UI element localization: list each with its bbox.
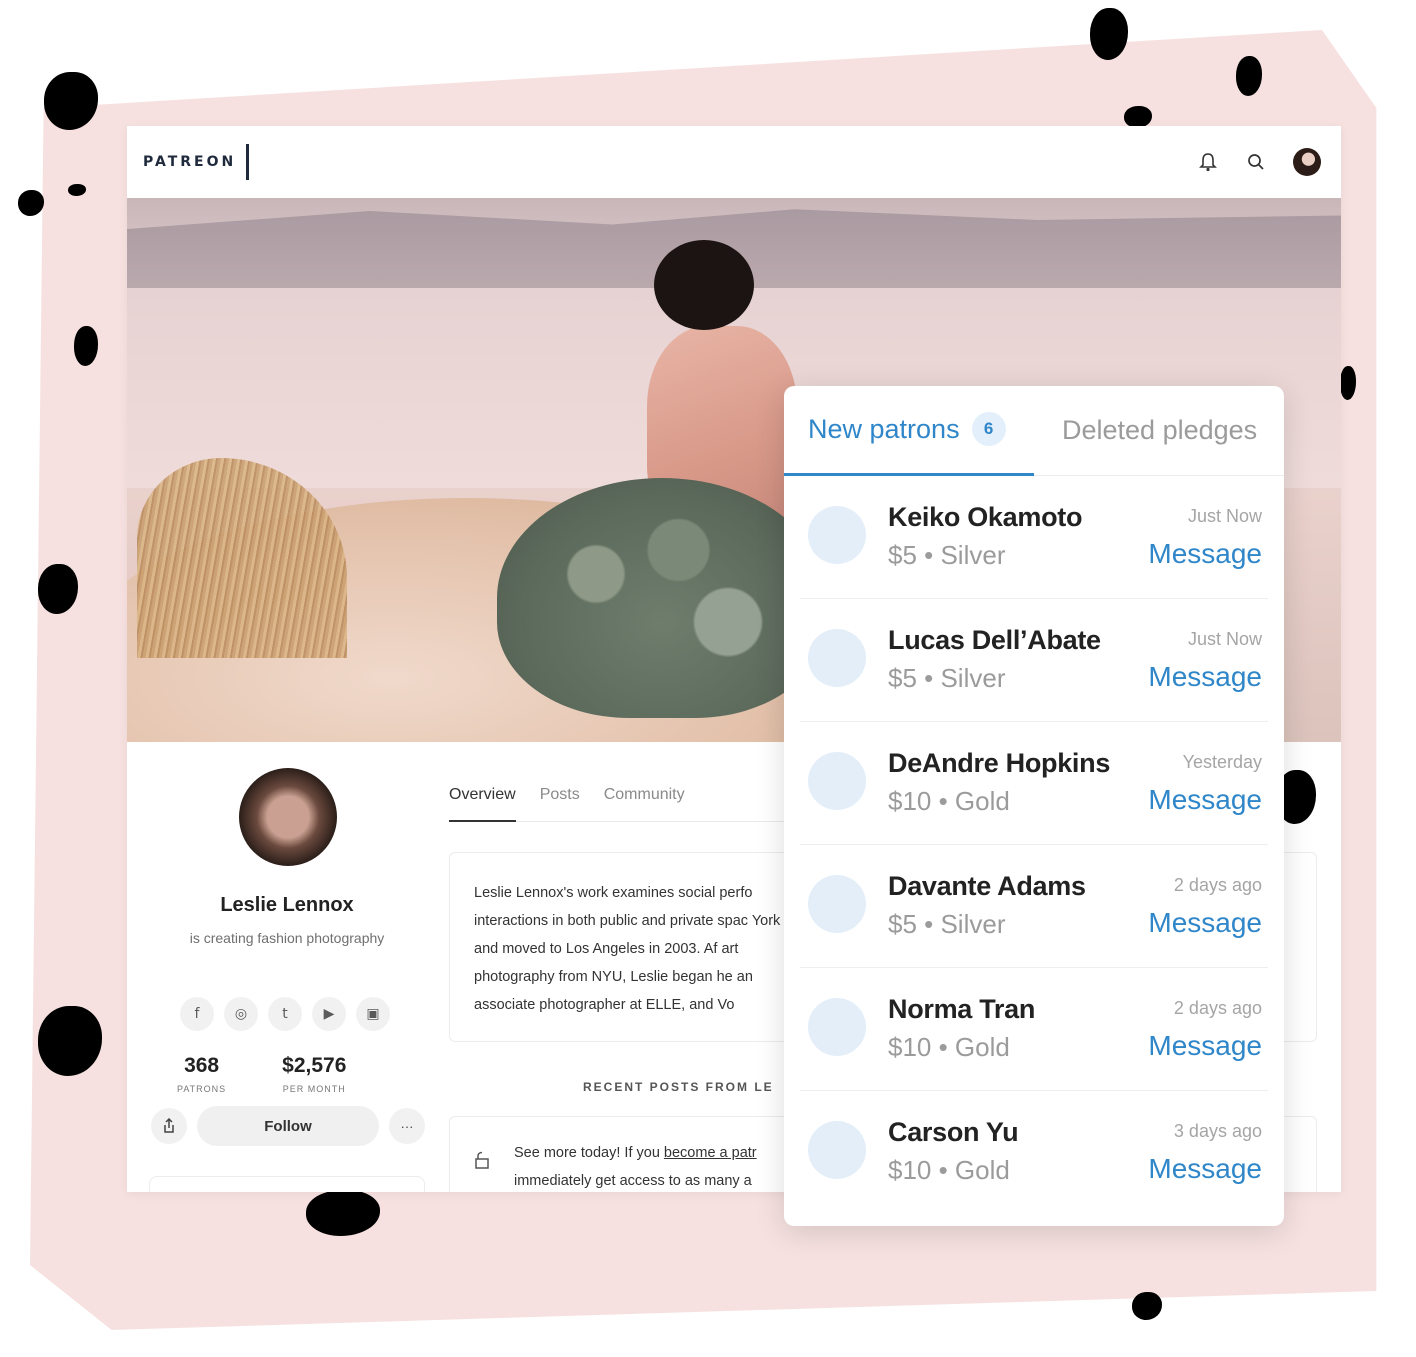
logo-bar — [246, 144, 250, 180]
patron-tier: $10 • Gold — [888, 1155, 1010, 1185]
patron-time: Yesterday — [1182, 752, 1262, 772]
twitch-icon[interactable]: ▣ — [356, 997, 390, 1031]
patreon-logo[interactable]: PATREON — [143, 144, 250, 180]
patron-name: DeAndre Hopkins — [888, 748, 1111, 778]
lock-icon — [474, 1151, 490, 1174]
logo-text: PATREON — [143, 154, 237, 170]
profile-column: Leslie Lennox is creating fashion photog… — [127, 742, 447, 1192]
patron-row: Carson Yu $10 • Gold 3 days ago Message — [800, 1091, 1268, 1214]
new-patrons-panel: New patrons 6 Deleted pledges Keiko Okam… — [784, 386, 1284, 1226]
message-link[interactable]: Message — [1148, 1030, 1262, 1062]
user-avatar[interactable] — [1293, 148, 1321, 176]
patron-name: Keiko Okamoto — [888, 502, 1083, 532]
message-link[interactable]: Message — [1148, 784, 1262, 816]
search-icon[interactable] — [1245, 151, 1267, 173]
header-icons — [1197, 148, 1325, 176]
patron-tier: $5 • Silver — [888, 909, 1006, 939]
stat-label: PER MONTH — [282, 1084, 346, 1094]
patron-name: Norma Tran — [888, 994, 1036, 1024]
instagram-icon[interactable]: ◎ — [224, 997, 258, 1031]
stat-patrons: 368 PATRONS — [177, 1054, 226, 1094]
follow-button[interactable]: Follow — [197, 1106, 379, 1146]
patron-row: Norma Tran $10 • Gold 2 days ago Message — [800, 968, 1268, 1091]
tab-posts[interactable]: Posts — [540, 782, 580, 821]
post-text-suffix: immediately get access to as many a — [514, 1173, 752, 1189]
patron-row: Keiko Okamoto $5 • Silver Just Now Messa… — [800, 476, 1268, 599]
tab-new-patrons-label: New patrons — [808, 413, 960, 444]
patron-name: Davante Adams — [888, 871, 1086, 901]
patron-tier: $5 • Silver — [888, 540, 1006, 570]
post-text-prefix: See more today! If you — [514, 1145, 664, 1161]
patron-time: 2 days ago — [1173, 875, 1262, 895]
patron-avatar — [808, 629, 866, 687]
patron-time: Just Now — [1187, 506, 1262, 526]
new-patrons-count-badge: 6 — [971, 412, 1006, 446]
top-bar: PATREON — [127, 126, 1341, 198]
bell-icon[interactable] — [1197, 151, 1219, 173]
creator-name: Leslie Lennox — [220, 894, 354, 916]
tab-deleted-pledges[interactable]: Deleted pledges — [1034, 386, 1257, 476]
hero-figure-hair — [654, 240, 754, 330]
tab-overview[interactable]: Overview — [449, 782, 516, 822]
more-options-icon[interactable]: ··· — [389, 1108, 425, 1144]
patron-row: Davante Adams $5 • Silver 2 days ago Mes… — [800, 845, 1268, 968]
stat-per-month: $2,576 PER MONTH — [282, 1054, 346, 1094]
message-link[interactable]: Message — [1148, 907, 1262, 939]
about-text: Leslie Lennox's work examines social per… — [474, 885, 781, 1013]
patron-avatar — [808, 752, 866, 810]
patron-row: Lucas Dell’Abate $5 • Silver Just Now Me… — [800, 599, 1268, 722]
twitter-icon[interactable]: t — [268, 997, 302, 1031]
youtube-icon[interactable]: ▶ — [312, 997, 346, 1031]
stat-value: $2,576 — [282, 1054, 347, 1077]
profile-actions: Follow ··· — [151, 1106, 425, 1146]
creator-avatar — [239, 768, 337, 866]
patron-time: 2 days ago — [1173, 998, 1262, 1018]
message-link[interactable]: Message — [1148, 538, 1262, 570]
stat-value: 368 — [184, 1054, 220, 1077]
patron-time: Just Now — [1187, 629, 1262, 649]
patron-avatar — [808, 998, 866, 1056]
hero-grass — [137, 458, 347, 658]
patron-tier: $10 • Gold — [888, 786, 1010, 816]
panel-tabs: New patrons 6 Deleted pledges — [784, 386, 1284, 476]
social-links: f ◎ t ▶ ▣ — [180, 997, 390, 1031]
facebook-icon[interactable]: f — [180, 997, 214, 1031]
patron-time: 3 days ago — [1173, 1121, 1262, 1141]
tab-community[interactable]: Community — [604, 782, 685, 821]
tab-new-patrons[interactable]: New patrons 6 — [784, 386, 1034, 476]
become-patron-link[interactable]: become a patr — [664, 1145, 757, 1161]
patron-row: DeAndre Hopkins $10 • Gold Yesterday Mes… — [800, 722, 1268, 845]
message-link[interactable]: Message — [1148, 1153, 1262, 1185]
creator-stats: 368 PATRONS $2,576 PER MONTH — [177, 1054, 346, 1094]
message-link[interactable]: Message — [1148, 661, 1262, 693]
decorative-blob — [18, 190, 44, 216]
decorative-blob — [1132, 1292, 1162, 1320]
stat-label: PATRONS — [177, 1084, 227, 1094]
patron-name: Carson Yu — [888, 1117, 1019, 1147]
patron-tier: $5 • Silver — [888, 663, 1006, 693]
sidebar-card — [149, 1176, 425, 1192]
recent-posts-heading: RECENT POSTS FROM LE — [583, 1080, 774, 1094]
post-text: See more today! If you become a patr imm… — [514, 1139, 794, 1192]
creator-tagline: is creating fashion photography — [189, 930, 385, 946]
patron-tier: $10 • Gold — [888, 1032, 1010, 1062]
share-icon[interactable] — [151, 1108, 187, 1144]
hero-bush — [497, 478, 827, 718]
patron-avatar — [808, 875, 866, 933]
patron-name: Lucas Dell’Abate — [888, 625, 1101, 655]
patron-avatar — [808, 1121, 866, 1179]
patron-avatar — [808, 506, 866, 564]
